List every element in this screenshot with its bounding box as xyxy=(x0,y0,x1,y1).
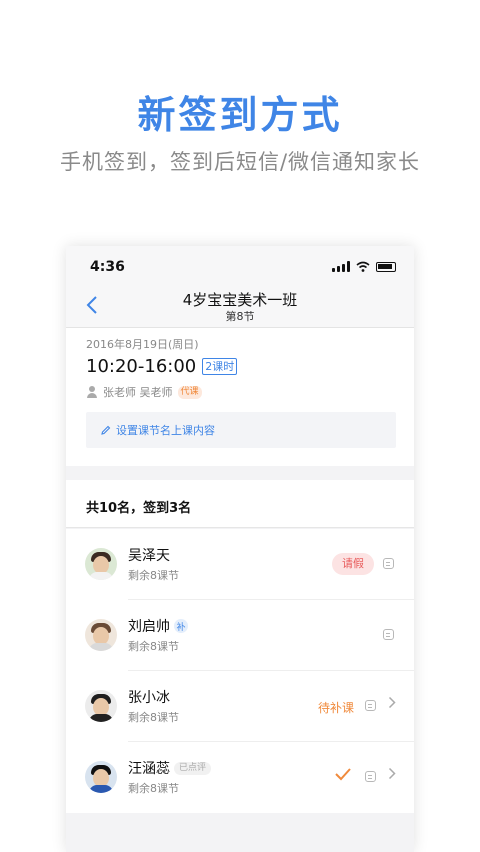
student-name: 吴泽天 xyxy=(128,545,170,565)
attendance-summary: 共10名，签到3名 xyxy=(66,480,414,528)
student-name-text: 吴泽天 xyxy=(128,548,170,564)
student-name-text: 张小冰 xyxy=(128,690,170,706)
record-icon[interactable] xyxy=(383,558,394,569)
attendance-count: 共10名，签到3名 xyxy=(86,501,192,516)
status-badge: 待补课 xyxy=(317,701,354,715)
person-icon xyxy=(86,386,98,398)
nav-title: 4岁宝宝美术一班 xyxy=(182,291,298,309)
nav-subtitle: 第8节 xyxy=(225,310,255,323)
lesson-date: 2016年8月19日(周日) xyxy=(86,338,199,351)
status-badge: 请假 xyxy=(332,553,374,575)
status-bar: 4:36 xyxy=(66,246,414,286)
avatar xyxy=(85,619,117,651)
student-name: 刘启帅 补 xyxy=(128,616,188,636)
phone-screen: 4:36 4岁宝宝美术一班 第8节 2016年8月19日(周日) 10:20-1… xyxy=(66,246,414,852)
record-icon[interactable] xyxy=(365,700,376,711)
nav-bar: 4岁宝宝美术一班 第8节 xyxy=(66,286,414,328)
student-name: 汪涵蕊 已点评 xyxy=(128,758,212,778)
chevron-right-icon[interactable] xyxy=(388,695,396,713)
wifi-icon xyxy=(356,261,370,272)
list-item[interactable]: 吴泽天 剩余8课节 请假 xyxy=(66,529,414,600)
lesson-time-range: 10:20-16:00 xyxy=(86,356,197,377)
teacher-names: 张老师 吴老师 xyxy=(103,386,173,399)
avatar xyxy=(85,548,117,580)
student-name-text: 刘启帅 xyxy=(128,619,170,635)
avatar xyxy=(85,690,117,722)
set-content-button[interactable]: 设置课节名上课内容 xyxy=(86,412,396,448)
pencil-icon xyxy=(101,425,111,435)
student-remain: 剩余8课节 xyxy=(128,782,179,795)
status-icons xyxy=(332,261,396,272)
checkmark-icon xyxy=(334,766,352,786)
promo-headline: 新签到方式 xyxy=(137,93,343,137)
student-list: 吴泽天 剩余8课节 请假 刘启帅 补 剩余8课节 张小冰 剩余8课节 待补课 汪… xyxy=(66,529,414,813)
substitute-tag: 代课 xyxy=(177,385,202,399)
lesson-info: 2016年8月19日(周日) 10:20-16:00 2课时 张老师 吴老师 代… xyxy=(66,328,414,466)
student-name: 张小冰 xyxy=(128,687,170,707)
status-time: 4:36 xyxy=(90,259,125,275)
list-item[interactable]: 刘启帅 补 剩余8课节 xyxy=(66,600,414,671)
chevron-right-icon[interactable] xyxy=(388,766,396,784)
promo-subline: 手机签到，签到后短信/微信通知家长 xyxy=(59,150,421,174)
signal-icon xyxy=(332,261,350,272)
list-item[interactable]: 张小冰 剩余8课节 待补课 xyxy=(66,671,414,742)
student-remain: 剩余8课节 xyxy=(128,569,179,582)
battery-icon xyxy=(376,261,396,272)
lesson-time: 10:20-16:00 2课时 xyxy=(86,356,238,377)
lesson-teachers: 张老师 吴老师 代课 xyxy=(86,384,202,400)
list-item[interactable]: 汪涵蕊 已点评 剩余8课节 xyxy=(66,742,414,813)
makeup-tag: 补 xyxy=(174,619,188,633)
set-content-label: 设置课节名上课内容 xyxy=(116,424,215,437)
record-icon[interactable] xyxy=(365,771,376,782)
bottom-area xyxy=(66,813,414,852)
record-icon[interactable] xyxy=(383,629,394,640)
student-remain: 剩余8课节 xyxy=(128,640,179,653)
student-name-text: 汪涵蕊 xyxy=(128,761,170,777)
lesson-hours-tag: 2课时 xyxy=(202,358,238,375)
student-remain: 剩余8课节 xyxy=(128,711,179,724)
avatar xyxy=(85,761,117,793)
reviewed-tag: 已点评 xyxy=(174,761,212,775)
